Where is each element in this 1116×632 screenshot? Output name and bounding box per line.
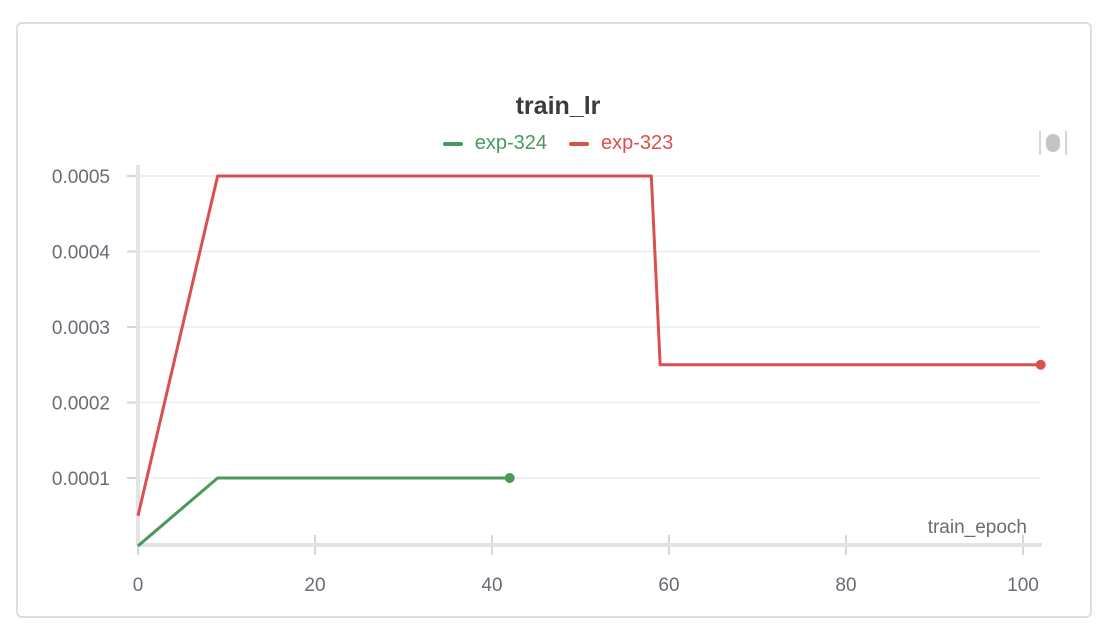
x-axis-label: train_epoch — [928, 517, 1027, 538]
grid-lines — [138, 175, 1040, 479]
tick-labels: 0.0001 0.0002 0.0003 0.0004 0.0005 0 20 40 60 80 1… — [52, 167, 1039, 596]
series-line-exp-323[interactable] — [136, 174, 1041, 517]
chart-plot-area: 0.0001 0.0002 0.0003 0.0004 0.0005 0 20 40 60 80 1… — [52, 165, 1046, 596]
x-tick-label: 60 — [658, 575, 679, 596]
y-tick-label: 0.0004 — [52, 243, 111, 264]
axes — [127, 165, 1042, 555]
y-tick-label: 0.0001 — [52, 469, 110, 490]
series-endpoint-exp-324[interactable] — [504, 473, 515, 483]
x-tick-label: 40 — [481, 575, 502, 596]
x-tick-label: 0 — [133, 575, 144, 596]
y-tick-label: 0.0005 — [52, 167, 110, 188]
x-tick-label: 100 — [1007, 575, 1039, 596]
series-endpoint-exp-323[interactable] — [1035, 359, 1046, 370]
y-tick-label: 0.0003 — [52, 318, 110, 339]
series-line-exp-324[interactable] — [137, 476, 510, 548]
y-tick-label: 0.0002 — [52, 394, 110, 415]
series-lines — [136, 174, 1046, 548]
x-tick-label: 20 — [304, 575, 325, 596]
x-tick-label: 80 — [835, 575, 856, 596]
